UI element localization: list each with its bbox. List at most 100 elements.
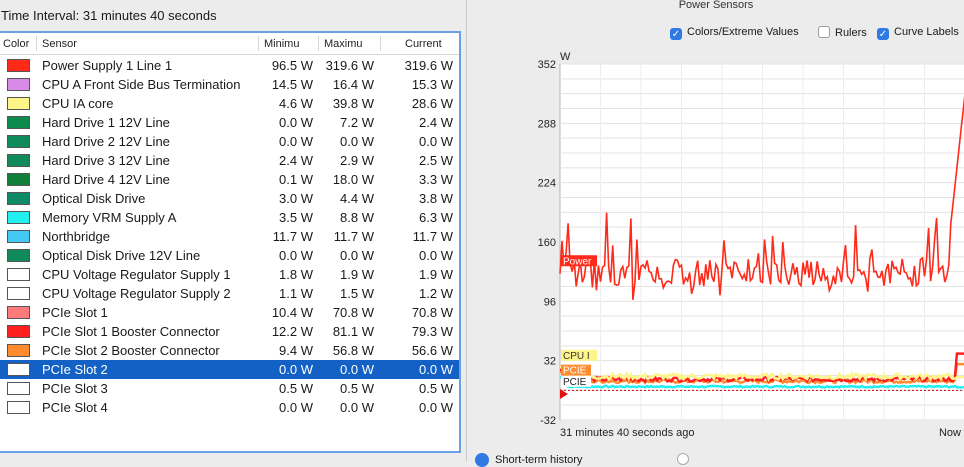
current-value: 3.8 W xyxy=(419,191,453,206)
max-value: 2.9 W xyxy=(340,153,374,168)
current-value: 6.3 W xyxy=(419,210,453,225)
table-row[interactable]: Power Supply 1 Line 1 96.5 W 319.6 W 319.6 … xyxy=(0,56,459,75)
current-value: 0.0 W xyxy=(419,362,453,377)
checkbox-curve-labels[interactable]: ✓ Curve Labels xyxy=(877,26,959,40)
checkmark-icon: ✓ xyxy=(670,28,682,40)
curve-label: PCIE xyxy=(563,366,587,377)
table-row[interactable]: Hard Drive 1 12V Line 0.0 W 7.2 W 2.4 W xyxy=(0,113,459,132)
col-current[interactable]: Current xyxy=(405,38,442,50)
sensor-name: CPU Voltage Regulator Supply 2 xyxy=(42,286,231,301)
min-value: 0.1 W xyxy=(279,172,313,187)
checkmark-icon: ✓ xyxy=(877,28,889,40)
table-row[interactable]: PCIe Slot 3 0.5 W 0.5 W 0.5 W xyxy=(0,379,459,398)
y-tick-label: 160 xyxy=(538,237,556,249)
table-row[interactable]: Hard Drive 2 12V Line 0.0 W 0.0 W 0.0 W xyxy=(0,132,459,151)
color-swatch[interactable] xyxy=(7,116,30,129)
color-swatch[interactable] xyxy=(7,173,30,186)
table-row[interactable]: PCIe Slot 2 Booster Connector 9.4 W 56.8 W… xyxy=(0,341,459,360)
y-tick-label: 288 xyxy=(538,118,556,130)
min-value: 3.5 W xyxy=(279,210,313,225)
current-value: 0.0 W xyxy=(419,248,453,263)
max-value: 16.4 W xyxy=(332,77,374,92)
max-value: 11.7 W xyxy=(333,229,374,244)
current-value: 3.3 W xyxy=(419,172,453,187)
table-row[interactable]: PCIe Slot 1 Booster Connector 12.2 W 81.1 … xyxy=(0,322,459,341)
x-label-start: 31 minutes 40 seconds ago xyxy=(560,427,695,439)
curve-label: CPU I xyxy=(563,351,590,362)
current-value: 0.5 W xyxy=(419,381,453,396)
radio-short-term[interactable] xyxy=(475,453,489,467)
color-swatch[interactable] xyxy=(7,59,30,72)
table-row[interactable]: CPU IA core 4.6 W 39.8 W 28.6 W xyxy=(0,94,459,113)
color-swatch[interactable] xyxy=(7,154,30,167)
sensor-name: CPU A Front Side Bus Termination xyxy=(42,77,241,92)
color-swatch[interactable] xyxy=(7,230,30,243)
color-swatch[interactable] xyxy=(7,306,30,319)
table-row[interactable]: Memory VRM Supply A 3.5 W 8.8 W 6.3 W xyxy=(0,208,459,227)
y-tick-label: 352 xyxy=(538,59,556,71)
current-value: 2.5 W xyxy=(419,153,453,168)
col-min[interactable]: Minimu xyxy=(264,38,299,50)
col-max[interactable]: Maximu xyxy=(324,38,363,50)
color-swatch[interactable] xyxy=(7,401,30,414)
table-row[interactable]: PCIe Slot 4 0.0 W 0.0 W 0.0 W xyxy=(0,398,459,417)
min-value: 9.4 W xyxy=(279,343,313,358)
color-swatch[interactable] xyxy=(7,78,30,91)
table-row[interactable]: Optical Disk Drive 12V Line 0.0 W 0.0 W 0.0… xyxy=(0,246,459,265)
table-row[interactable]: CPU Voltage Regulator Supply 1 1.8 W 1.9 W… xyxy=(0,265,459,284)
color-swatch[interactable] xyxy=(7,363,30,376)
color-swatch[interactable] xyxy=(7,192,30,205)
y-tick-label: -32 xyxy=(540,415,556,427)
table-row[interactable]: Northbridge 11.7 W 11.7 W 11.7 W xyxy=(0,227,459,246)
max-value: 18.0 W xyxy=(332,172,374,187)
sensor-name: Optical Disk Drive xyxy=(42,191,146,206)
color-swatch[interactable] xyxy=(7,382,30,395)
min-value: 0.0 W xyxy=(279,248,313,263)
table-row[interactable]: PCIe Slot 1 10.4 W 70.8 W 70.8 W xyxy=(0,303,459,322)
color-swatch[interactable] xyxy=(7,344,30,357)
current-value: 70.8 W xyxy=(411,305,453,320)
col-color[interactable]: Color xyxy=(3,38,29,50)
table-row[interactable]: Optical Disk Drive 3.0 W 4.4 W 3.8 W xyxy=(0,189,459,208)
current-value: 0.0 W xyxy=(419,134,453,149)
window-title: Power Sensors xyxy=(678,0,754,11)
curve-label: Power xyxy=(563,256,592,267)
sensor-name: PCIe Slot 1 Booster Connector xyxy=(42,324,220,339)
color-swatch[interactable] xyxy=(7,211,30,224)
sensor-table[interactable]: Color Sensor Minimu Maximu Current Power… xyxy=(0,31,461,453)
color-swatch[interactable] xyxy=(7,249,30,262)
table-row[interactable]: Hard Drive 4 12V Line 0.1 W 18.0 W 3.3 W xyxy=(0,170,459,189)
sensor-name: Memory VRM Supply A xyxy=(42,210,177,225)
color-swatch[interactable] xyxy=(7,325,30,338)
sensor-name: PCIe Slot 3 xyxy=(42,381,108,396)
sensor-name: CPU Voltage Regulator Supply 1 xyxy=(42,267,231,282)
sensor-name: PCIe Slot 4 xyxy=(42,400,108,415)
min-value: 12.2 W xyxy=(271,324,313,339)
color-swatch[interactable] xyxy=(7,287,30,300)
min-value: 0.0 W xyxy=(279,400,313,415)
table-row[interactable]: CPU A Front Side Bus Termination 14.5 W 16… xyxy=(0,75,459,94)
checkbox-colors-extreme[interactable]: ✓ Colors/Extreme Values xyxy=(670,26,799,40)
checkbox-rulers[interactable]: Rulers xyxy=(818,26,867,39)
min-value: 0.0 W xyxy=(279,362,313,377)
sensor-name: CPU IA core xyxy=(42,96,114,111)
color-swatch[interactable] xyxy=(7,97,30,110)
current-value: 0.0 W xyxy=(419,400,453,415)
table-row[interactable]: CPU Voltage Regulator Supply 2 1.1 W 1.5 W… xyxy=(0,284,459,303)
power-sensors-window: Power Sensors ✓ Colors/Extreme Values Rul… xyxy=(466,0,964,467)
color-swatch[interactable] xyxy=(7,135,30,148)
min-value: 14.5 W xyxy=(271,77,313,92)
color-swatch[interactable] xyxy=(7,268,30,281)
history-slider[interactable] xyxy=(677,453,689,465)
max-value: 0.0 W xyxy=(340,362,374,377)
min-value: 1.1 W xyxy=(279,286,313,301)
max-value: 319.6 W xyxy=(325,58,374,73)
sensor-name: Hard Drive 1 12V Line xyxy=(42,115,170,130)
table-row[interactable]: Hard Drive 3 12V Line 2.4 W 2.9 W 2.5 W xyxy=(0,151,459,170)
col-sensor[interactable]: Sensor xyxy=(42,38,77,50)
table-row[interactable]: PCIe Slot 2 0.0 W 0.0 W 0.0 W xyxy=(0,360,459,379)
radio-short-term-label: Short-term history xyxy=(495,454,583,466)
time-interval-label: Time Interval: 31 minutes 40 seconds xyxy=(1,8,217,23)
x-label-end: Now xyxy=(939,427,961,439)
min-value: 11.7 W xyxy=(272,229,313,244)
